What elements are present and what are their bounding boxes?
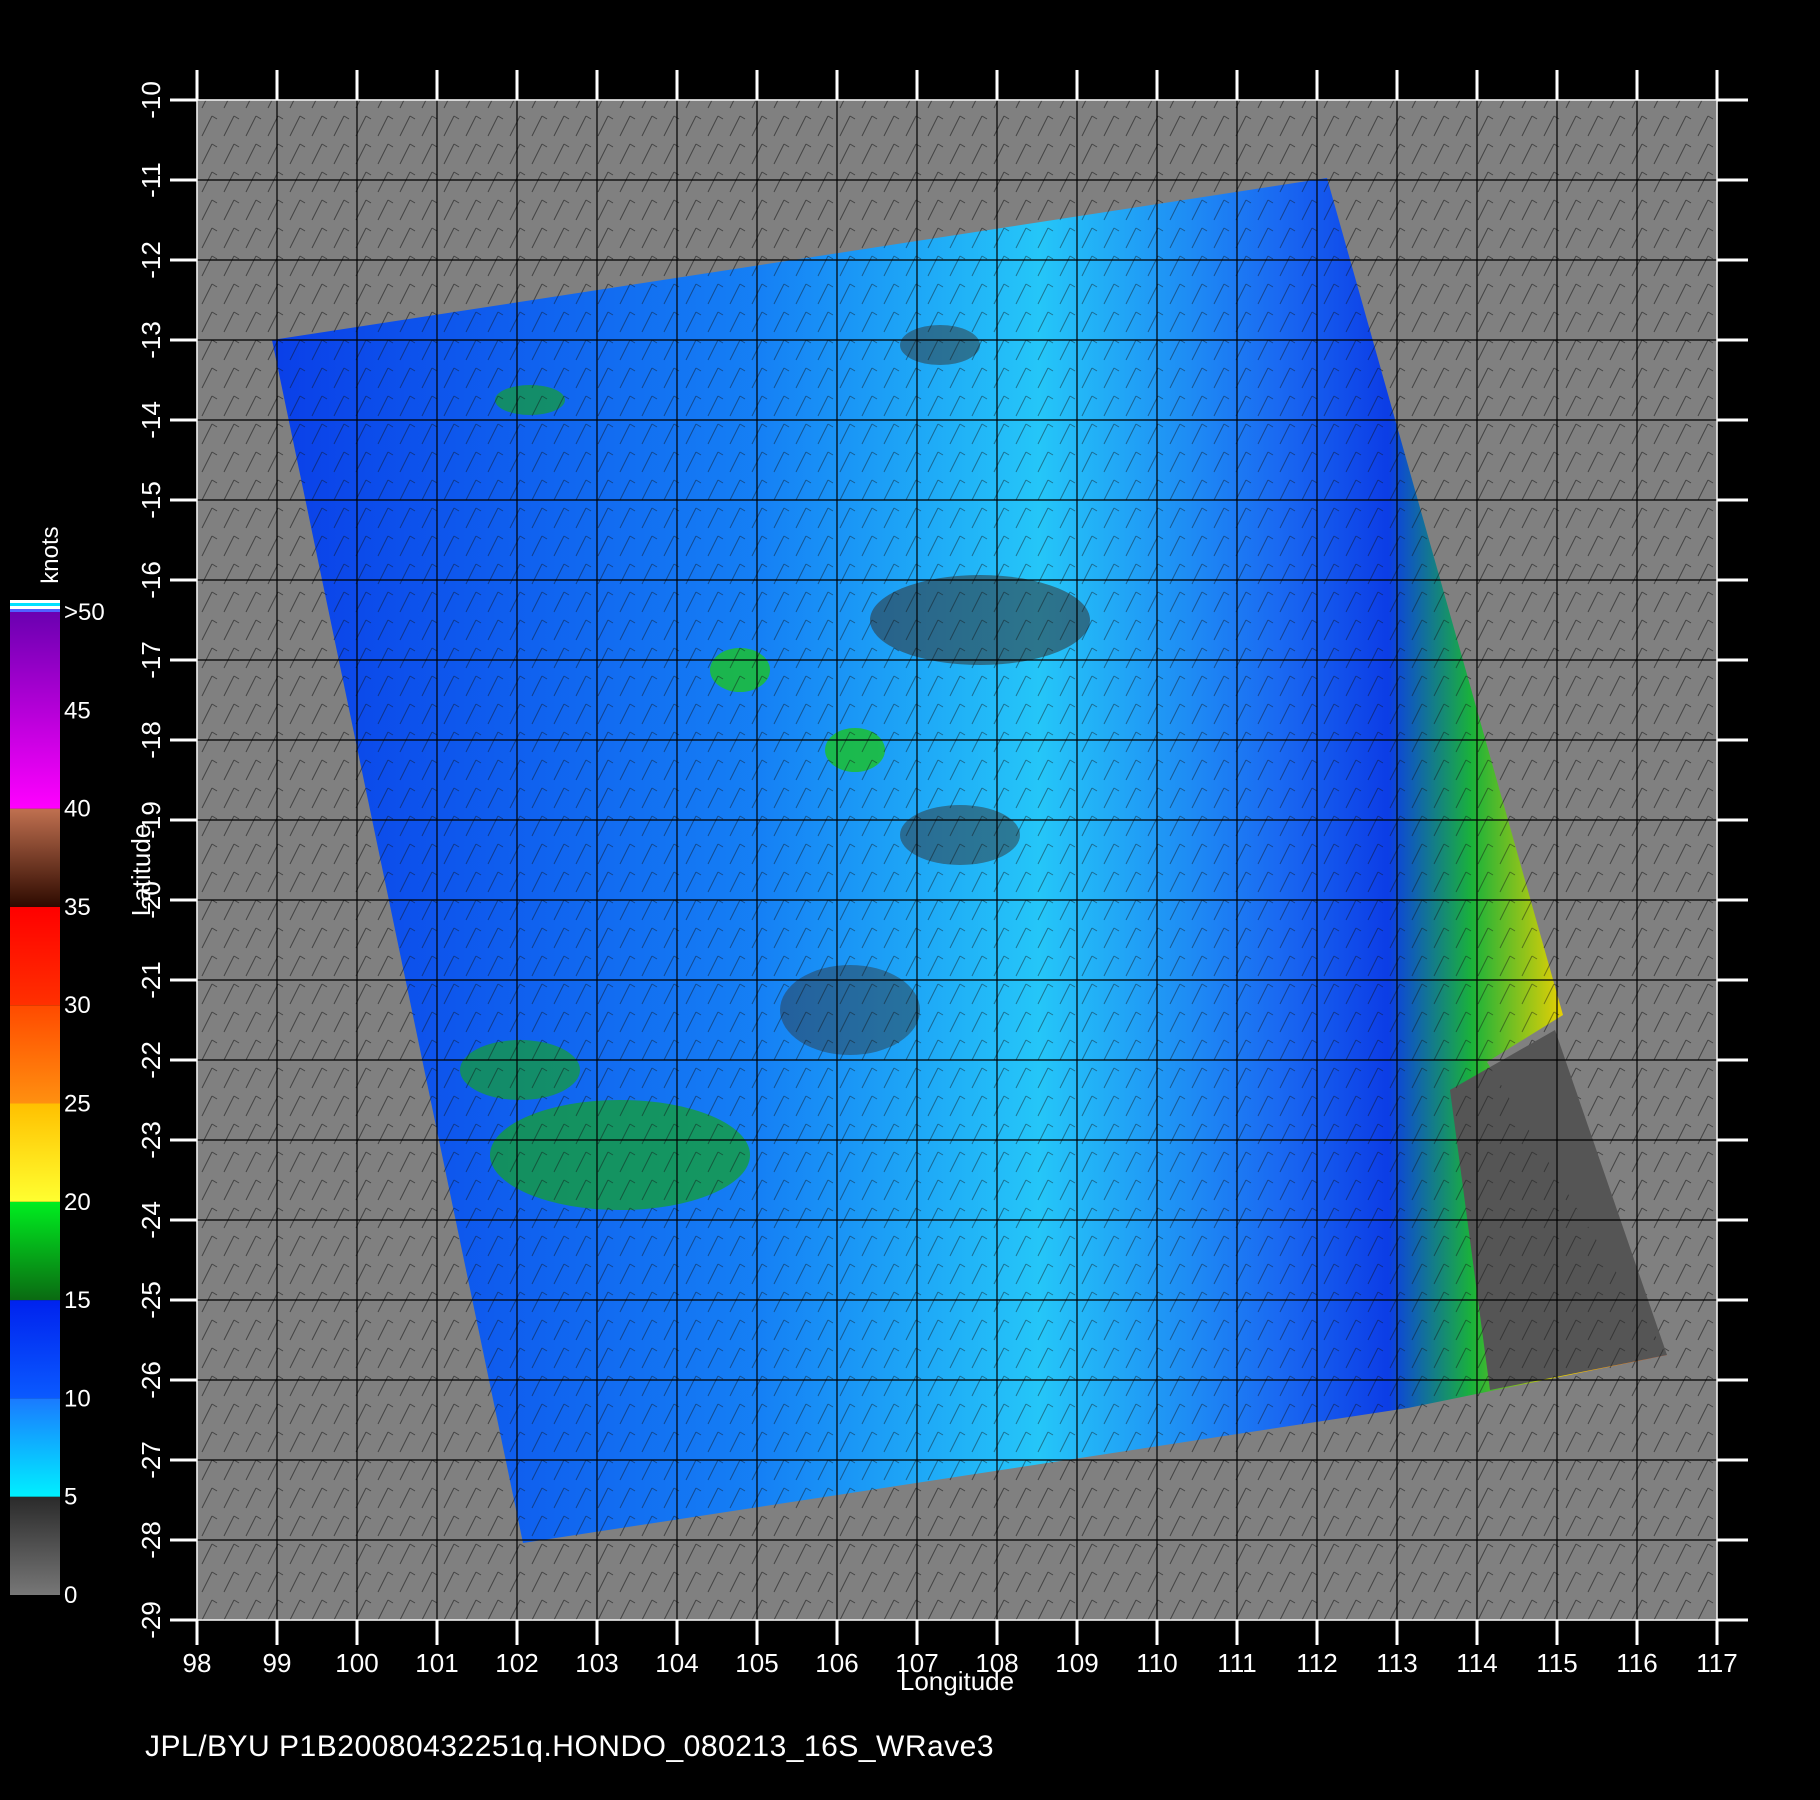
lon-tick-label: 102	[495, 1648, 538, 1678]
colorbar-label: >50	[64, 599, 105, 626]
colorbar-segment	[10, 1103, 60, 1202]
product-footer: JPL/BYU P1B20080432251q.HONDO_080213_16S…	[145, 1730, 995, 1763]
lat-tick-label: -26	[136, 1361, 166, 1399]
colorbar-segment	[10, 808, 60, 907]
lon-tick-label: 100	[335, 1648, 378, 1678]
colorbar-cap	[10, 606, 60, 609]
lat-tick-label: -13	[136, 321, 166, 359]
lat-tick-label: -15	[136, 481, 166, 519]
colorbar-cap	[10, 600, 60, 603]
colorbar-segment	[10, 906, 60, 1006]
y-axis-title: Latitude	[126, 824, 156, 917]
colorbar-cap	[10, 609, 60, 612]
colorbar-segment	[10, 1398, 60, 1497]
colorbar-label: 35	[64, 894, 91, 921]
colorbar-segment	[10, 1201, 60, 1301]
lat-tick-label: -23	[136, 1121, 166, 1159]
lat-tick-label: -27	[136, 1441, 166, 1479]
colorbar-label: 45	[64, 697, 91, 724]
lon-tick-label: 116	[1616, 1648, 1657, 1678]
lon-tick-label: 113	[1376, 1648, 1417, 1678]
colorbar-segment	[10, 1005, 60, 1104]
lat-tick-label: -24	[136, 1201, 166, 1239]
colorbar-segment	[10, 1496, 60, 1595]
lat-tick-label: -10	[136, 81, 166, 119]
lat-tick-label: -28	[136, 1521, 166, 1559]
wind-map: 98-1099-11100-12101-13102-14103-15104-16…	[10, 70, 1748, 1696]
lat-tick-label: -12	[136, 241, 166, 279]
lon-tick-label: 117	[1696, 1648, 1737, 1678]
lat-tick-label: -17	[136, 641, 166, 679]
colorbar-unit: knots	[37, 526, 64, 583]
lat-tick-label: -22	[136, 1041, 166, 1079]
lon-tick-label: 114	[1456, 1648, 1497, 1678]
lat-tick-label: -14	[136, 401, 166, 439]
lon-tick-label: 98	[183, 1648, 212, 1678]
lon-tick-label: 111	[1217, 1648, 1257, 1678]
lon-tick-label: 109	[1055, 1648, 1098, 1678]
lon-tick-label: 103	[575, 1648, 618, 1678]
lat-tick-label: -21	[136, 961, 166, 999]
lon-tick-label: 104	[655, 1648, 698, 1678]
colorbar-segment	[10, 612, 60, 809]
colorbar-label: 15	[64, 1287, 91, 1314]
colorbar-segment	[10, 1300, 60, 1399]
lon-tick-label: 115	[1536, 1648, 1577, 1678]
x-axis-title: Longitude	[900, 1666, 1014, 1696]
lon-tick-label: 106	[815, 1648, 858, 1678]
lat-tick-label: -11	[136, 162, 166, 198]
colorbar-label: 20	[64, 1189, 91, 1216]
lon-tick-label: 112	[1296, 1648, 1337, 1678]
lat-tick-label: -29	[136, 1601, 166, 1639]
colorbar-label: 25	[64, 1091, 91, 1118]
lon-tick-label: 99	[263, 1648, 292, 1678]
colorbar: >50 45 40 35 30 25 20 15 10 5 0	[10, 599, 105, 1609]
colorbar-label: 40	[64, 796, 91, 823]
colorbar-label: 30	[64, 992, 91, 1019]
lat-tick-label: -18	[136, 721, 166, 759]
lon-tick-label: 105	[735, 1648, 778, 1678]
lon-tick-label: 101	[415, 1648, 458, 1678]
colorbar-label: 10	[64, 1385, 91, 1412]
lat-tick-label: -16	[136, 561, 166, 599]
lon-tick-label: 110	[1136, 1648, 1177, 1678]
colorbar-cap	[10, 603, 60, 606]
colorbar-label: 0	[64, 1582, 77, 1609]
colorbar-label: 5	[64, 1484, 77, 1511]
lat-tick-label: -25	[136, 1281, 166, 1319]
